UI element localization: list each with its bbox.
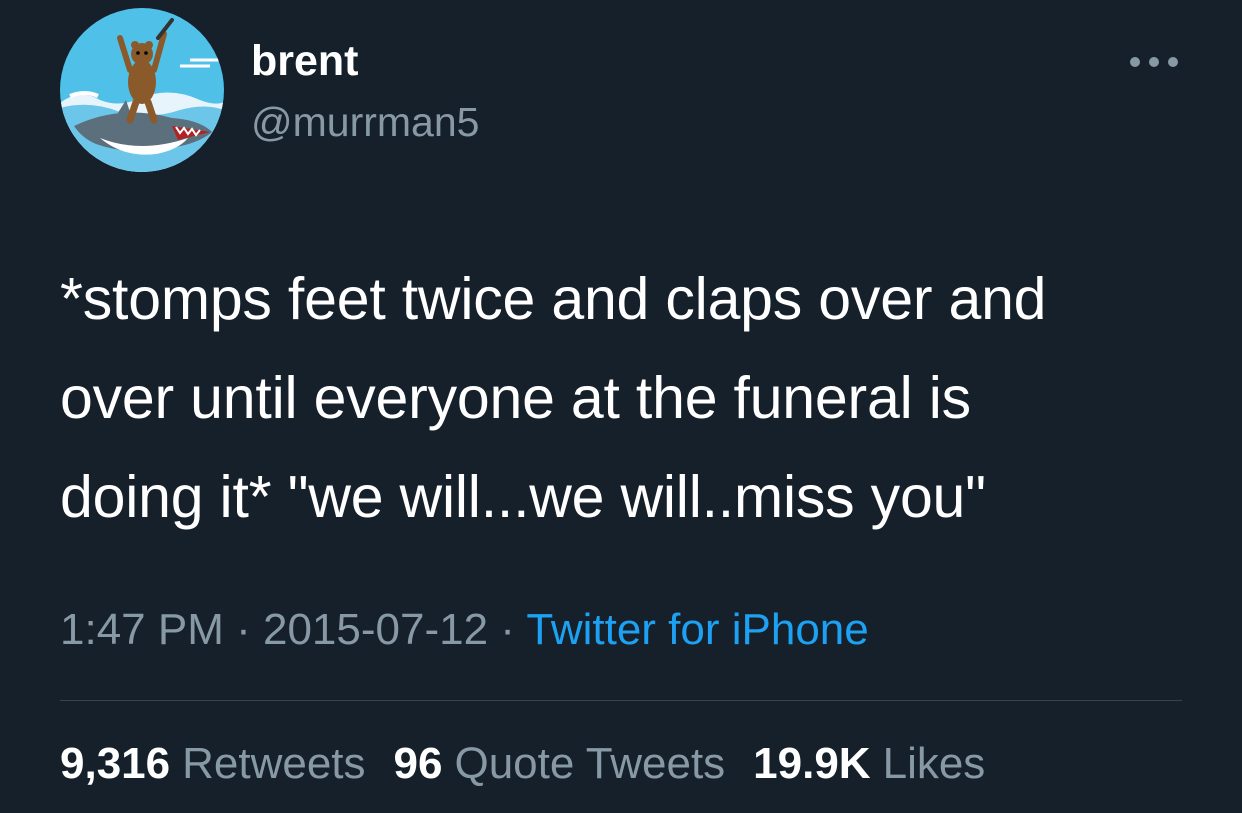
tweet-text-line: over until everyone at the funeral is [60, 365, 971, 431]
retweets-stat[interactable]: 9,316 Retweets [60, 737, 366, 791]
tweet-metadata: 1:47 PM · 2015-07-12 · Twitter for iPhon… [60, 603, 869, 657]
quote-tweets-label: Quote Tweets [454, 739, 726, 788]
retweets-label: Retweets [182, 739, 366, 788]
meta-separator: · [488, 605, 527, 654]
user-handle[interactable]: @murrman5 [251, 98, 479, 146]
likes-count: 19.9K [753, 739, 871, 788]
display-name[interactable]: brent [251, 36, 359, 86]
more-options-icon [1130, 57, 1140, 67]
tweet-stats: 9,316 Retweets 96 Quote Tweets 19.9K Likes [60, 737, 1013, 791]
tweet-text: *stomps feet twice and claps over and ov… [60, 250, 1220, 547]
likes-stat[interactable]: 19.9K Likes [753, 737, 985, 791]
tweet-source-link[interactable]: Twitter for iPhone [526, 605, 868, 654]
bear-riding-shark-avatar-icon [60, 8, 224, 172]
tweet-text-line: doing it* "we will...we will..miss you" [60, 464, 986, 530]
quote-tweets-stat[interactable]: 96 Quote Tweets [394, 737, 726, 791]
tweet-date[interactable]: 2015-07-12 [263, 605, 488, 654]
retweets-count: 9,316 [60, 739, 171, 788]
divider [60, 700, 1182, 701]
avatar[interactable] [60, 8, 224, 172]
meta-separator: · [223, 605, 263, 654]
quote-tweets-count: 96 [393, 739, 443, 788]
tweet-detail: brent @murrman5 *stomps feet twice and c… [0, 0, 1242, 813]
tweet-text-line: *stomps feet twice and claps over and [60, 266, 1047, 332]
likes-label: Likes [882, 739, 986, 788]
more-options-icon [1149, 57, 1159, 67]
more-options-icon [1168, 57, 1178, 67]
more-options-button[interactable] [1126, 44, 1182, 80]
tweet-time[interactable]: 1:47 PM [60, 605, 224, 654]
